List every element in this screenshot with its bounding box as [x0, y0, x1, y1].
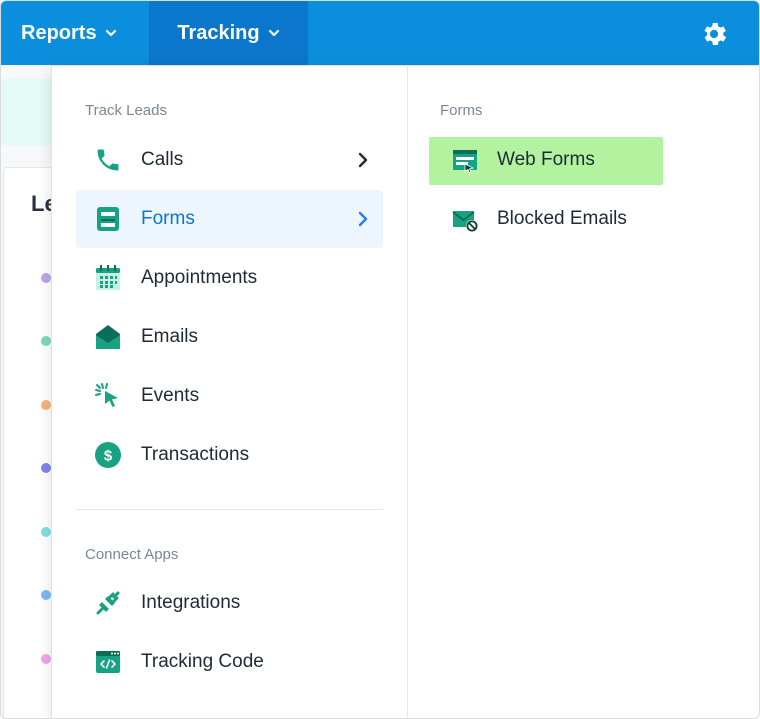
app-frame: Reports Tracking Le Track Leads Calls Fo…: [0, 0, 760, 719]
legend-dot: [41, 527, 51, 537]
chevron-down-icon: [268, 29, 279, 37]
plug-icon: [96, 591, 120, 615]
chevron-right-icon: [358, 152, 368, 168]
menu-item-tracking-code[interactable]: Tracking Code: [76, 633, 383, 691]
submenu-item-label: Web Forms: [497, 149, 595, 170]
menu-item-label: Transactions: [141, 444, 250, 465]
menu-divider: [76, 509, 383, 510]
menu-item-label: Tracking Code: [141, 651, 264, 672]
legend-dot: [41, 590, 51, 600]
submenu-item-blocked-emails[interactable]: Blocked Emails: [429, 196, 663, 244]
legend-dot: [41, 336, 51, 346]
tracking-menu-column: Track Leads Calls Forms Appointments Ema…: [52, 66, 407, 718]
menu-item-label: Calls: [141, 149, 184, 170]
gear-icon[interactable]: [699, 19, 729, 49]
submenu-item-web-forms[interactable]: Web Forms: [429, 137, 663, 185]
chevron-right-icon: [358, 211, 368, 227]
nav-reports-label: Reports: [21, 21, 97, 44]
menu-item-forms[interactable]: Forms: [76, 190, 383, 248]
web-form-icon: [453, 150, 477, 174]
nav-tracking-label: Tracking: [177, 21, 260, 44]
tracking-dropdown: Track Leads Calls Forms Appointments Ema…: [51, 65, 759, 718]
menu-item-label: Integrations: [141, 592, 241, 613]
calendar-icon: [96, 265, 120, 290]
menu-item-emails[interactable]: Emails: [76, 308, 383, 366]
phone-icon: [97, 149, 119, 171]
menu-item-label: Forms: [141, 208, 195, 229]
menu-item-label: Events: [141, 385, 200, 406]
blocked-email-icon: [452, 211, 478, 232]
legend-dot: [41, 463, 51, 473]
menu-item-appointments[interactable]: Appointments: [76, 249, 383, 307]
nav-tracking[interactable]: Tracking: [149, 1, 308, 65]
top-nav: Reports Tracking: [1, 1, 759, 65]
cursor-click-icon: [95, 383, 118, 407]
submenu-item-label: Blocked Emails: [497, 208, 627, 229]
menu-item-transactions[interactable]: $ Transactions: [76, 426, 383, 484]
menu-item-integrations[interactable]: Integrations: [76, 574, 383, 632]
dollar-icon: $: [95, 442, 121, 468]
nav-reports[interactable]: Reports: [21, 1, 117, 65]
code-window-icon: [96, 651, 120, 673]
menu-item-calls[interactable]: Calls: [76, 131, 383, 189]
forms-submenu: Forms Web Forms Blocked Emails: [407, 66, 759, 718]
form-icon: [97, 207, 119, 231]
svg-text:$: $: [104, 448, 113, 465]
legend-dot: [41, 273, 51, 283]
menu-item-label: Appointments: [141, 267, 258, 288]
menu-item-label: Emails: [141, 326, 199, 347]
envelope-open-icon: [96, 325, 120, 349]
legend-dot: [41, 400, 51, 410]
track-leads-heading: Track Leads: [85, 102, 167, 119]
forms-heading: Forms: [440, 102, 483, 119]
menu-item-events[interactable]: Events: [76, 367, 383, 425]
chevron-down-icon: [105, 29, 116, 37]
connect-apps-heading: Connect Apps: [85, 546, 179, 563]
legend-dot: [41, 654, 51, 664]
